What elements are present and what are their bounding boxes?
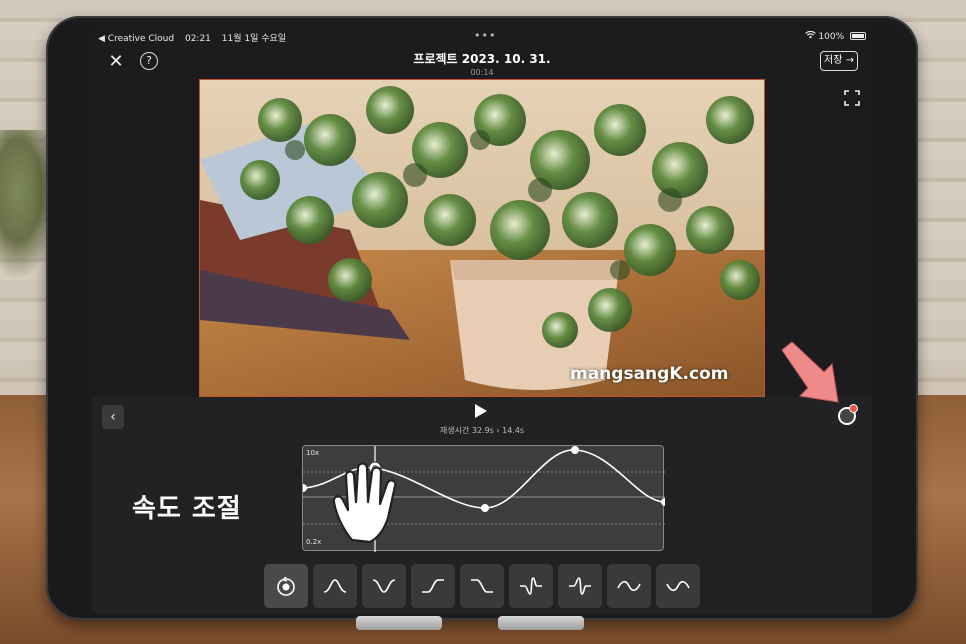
curve-point[interactable] — [661, 498, 669, 506]
help-icon[interactable]: ? — [140, 52, 158, 70]
video-preview[interactable] — [199, 79, 765, 397]
preset-hill[interactable] — [313, 564, 357, 608]
save-button[interactable]: 저장 → — [820, 51, 858, 71]
pointer-arrow-icon — [781, 341, 839, 403]
top-toolbar: ✕ ? 프로젝트 2023. 10. 31. 00:14 저장 → — [92, 46, 872, 80]
chevron-left-icon[interactable]: ‹ — [102, 405, 124, 429]
multitask-dots[interactable]: ••• — [474, 29, 496, 42]
watermark-text: mangsangK.com — [570, 364, 729, 384]
annotation-label: 속도 조절 — [132, 494, 242, 524]
battery-percent: 100% — [818, 32, 845, 42]
preset-ramp-up[interactable] — [411, 564, 455, 608]
tablet-stand-left — [356, 616, 442, 630]
preset-wave[interactable] — [607, 564, 651, 608]
curve-point[interactable] — [299, 484, 307, 492]
speed-preset-bar — [264, 564, 702, 608]
battery-icon — [850, 32, 866, 40]
playback-time: 재생시간 32.9s › 14.4s — [439, 426, 525, 435]
project-duration: 00:14 — [470, 68, 494, 77]
preset-wave-inverse[interactable] — [656, 564, 700, 608]
graph-max-label: 10x — [306, 449, 320, 457]
curve-point[interactable] — [481, 504, 489, 512]
back-to-app-link[interactable]: ◀ Creative Cloud — [98, 34, 174, 44]
preset-pulse-down[interactable] — [558, 564, 602, 608]
graph-min-label: 0.2x — [306, 538, 322, 546]
wifi-icon — [804, 30, 819, 42]
status-left: ◀ Creative Cloud 02:21 11월 1일 수요일 — [98, 31, 294, 44]
play-icon[interactable] — [474, 403, 488, 419]
preset-valley[interactable] — [362, 564, 406, 608]
preset-pulse-up[interactable] — [509, 564, 553, 608]
video-frame-image — [200, 80, 764, 396]
preset-custom-rotate[interactable] — [264, 564, 308, 608]
close-icon[interactable]: ✕ — [106, 52, 126, 72]
tablet-stand-right — [498, 616, 584, 630]
notification-badge — [849, 404, 858, 413]
fullscreen-icon[interactable] — [844, 90, 860, 106]
app-screen: ◀ Creative Cloud 02:21 11월 1일 수요일 ••• 10… — [92, 28, 872, 614]
status-right: 100% — [804, 30, 866, 42]
hand-gesture-icon — [332, 462, 397, 544]
status-time: 02:21 — [184, 34, 211, 44]
preset-ramp-down[interactable] — [460, 564, 504, 608]
status-date: 11월 1일 수요일 — [221, 34, 287, 44]
project-title: 프로젝트 2023. 10. 31. — [413, 52, 551, 66]
curve-point[interactable] — [571, 446, 579, 454]
status-bar: ◀ Creative Cloud 02:21 11월 1일 수요일 ••• 10… — [92, 28, 872, 46]
